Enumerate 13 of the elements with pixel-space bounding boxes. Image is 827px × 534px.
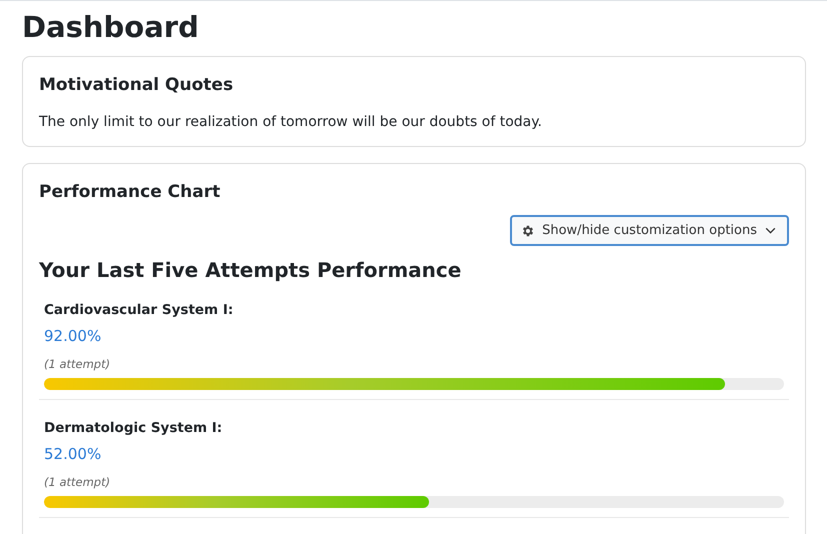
page-title: Dashboard <box>22 9 200 45</box>
section-heading: Your Last Five Attempts Performance <box>39 257 462 284</box>
customization-toggle-button[interactable]: Show/hide customization options <box>510 215 789 246</box>
card-title: Performance Chart <box>39 181 222 204</box>
score-text: 52.00% <box>44 444 102 465</box>
subject-name: Cardiovascular System I: <box>44 301 234 320</box>
card-title: Motivational Quotes <box>39 74 234 97</box>
settings-icon <box>521 224 536 238</box>
attempts-text: (1 attempt) <box>44 356 112 372</box>
score-text: 92.00% <box>44 326 102 347</box>
attempts-text: (1 attempt) <box>44 474 112 490</box>
subject-name: Dermatologic System I: <box>44 419 224 438</box>
quote-text: The only limit to our realization of tomorrow will be our doubts of today. <box>39 113 544 132</box>
